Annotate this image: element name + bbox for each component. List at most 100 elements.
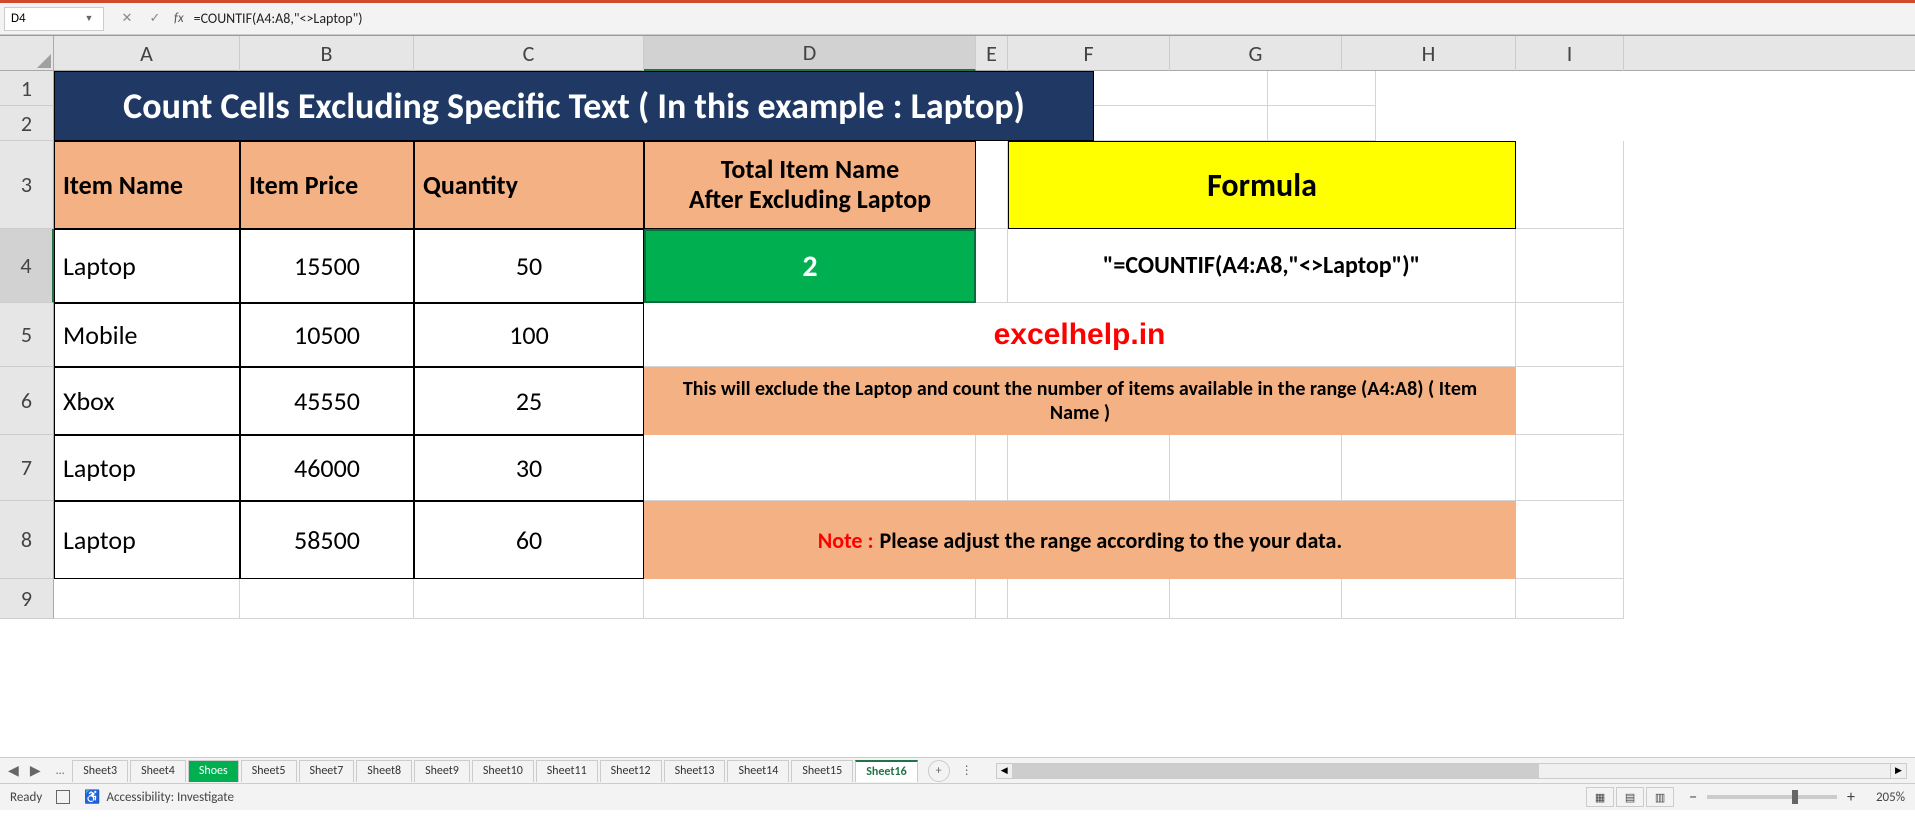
cell-I9[interactable]: [1516, 579, 1624, 619]
cell-D7[interactable]: [644, 435, 976, 501]
cell-I1[interactable]: [1268, 71, 1376, 106]
sheet-tab-shoes[interactable]: Shoes: [188, 760, 239, 782]
cell-D9[interactable]: [644, 579, 976, 619]
cell-B6[interactable]: 45550: [240, 367, 414, 435]
row-header-2[interactable]: 2: [0, 106, 54, 141]
cell-A9[interactable]: [54, 579, 240, 619]
zoom-in-button[interactable]: +: [1847, 788, 1855, 807]
col-header-G[interactable]: G: [1170, 36, 1342, 71]
header-total-item[interactable]: Total Item Name After Excluding Laptop: [644, 141, 976, 229]
cell-C5[interactable]: 100: [414, 303, 644, 367]
cell-formula-display[interactable]: "=COUNTIF(A4:A8,"<>Laptop")": [1008, 229, 1516, 303]
header-item-price[interactable]: Item Price: [240, 141, 414, 229]
sheet-tab-sheet12[interactable]: Sheet12: [600, 760, 662, 782]
cell-H2[interactable]: [1094, 106, 1268, 141]
zoom-slider[interactable]: [1707, 795, 1837, 799]
cell-F9[interactable]: [1008, 579, 1170, 619]
horizontal-scrollbar[interactable]: ◀ ▶: [996, 763, 1907, 779]
cell-A5[interactable]: Mobile: [54, 303, 240, 367]
cell-D4-result[interactable]: 2: [644, 229, 976, 303]
macro-record-icon[interactable]: [56, 790, 70, 804]
col-header-C[interactable]: C: [414, 36, 644, 71]
cell-I3[interactable]: [1516, 141, 1624, 229]
cell-I4[interactable]: [1516, 229, 1624, 303]
sheet-tab-sheet8[interactable]: Sheet8: [356, 760, 412, 782]
col-header-E[interactable]: E: [976, 36, 1008, 71]
cell-E7[interactable]: [976, 435, 1008, 501]
cell-B5[interactable]: 10500: [240, 303, 414, 367]
view-normal-button[interactable]: ▦: [1586, 787, 1614, 807]
cell-C8[interactable]: 60: [414, 501, 644, 579]
sheet-tab-sheet14[interactable]: Sheet14: [727, 760, 789, 782]
row-header-8[interactable]: 8: [0, 501, 54, 579]
cell-E3[interactable]: [976, 141, 1008, 229]
cell-H1[interactable]: [1094, 71, 1268, 106]
cell-E9[interactable]: [976, 579, 1008, 619]
formula-input[interactable]: =COUNTIF(A4:A8,"<>Laptop"): [194, 10, 1911, 27]
row-header-9[interactable]: 9: [0, 579, 54, 619]
cell-E4[interactable]: [976, 229, 1008, 303]
sheet-tab-sheet16[interactable]: Sheet16: [855, 760, 917, 782]
sheet-tab-sheet13[interactable]: Sheet13: [664, 760, 726, 782]
select-all-corner[interactable]: [0, 36, 54, 70]
cell-I8[interactable]: [1516, 501, 1624, 579]
note-description[interactable]: This will exclude the Laptop and count t…: [644, 367, 1516, 435]
cell-F7[interactable]: [1008, 435, 1170, 501]
row-header-1[interactable]: 1: [0, 71, 54, 106]
cell-I2[interactable]: [1268, 106, 1376, 141]
cell-A6[interactable]: Xbox: [54, 367, 240, 435]
header-formula[interactable]: Formula: [1008, 141, 1516, 229]
sheet-tab-sheet4[interactable]: Sheet4: [130, 760, 186, 782]
sheet-tab-sheet3[interactable]: Sheet3: [72, 760, 128, 782]
accessibility-icon[interactable]: ♿: [84, 790, 100, 805]
cell-A4[interactable]: Laptop: [54, 229, 240, 303]
col-header-I[interactable]: I: [1516, 36, 1624, 71]
header-quantity[interactable]: Quantity: [414, 141, 644, 229]
accept-formula-icon[interactable]: ✓: [146, 11, 164, 26]
row-header-3[interactable]: 3: [0, 141, 54, 229]
cell-C4[interactable]: 50: [414, 229, 644, 303]
cell-C7[interactable]: 30: [414, 435, 644, 501]
cell-I6[interactable]: [1516, 367, 1624, 435]
row-header-5[interactable]: 5: [0, 303, 54, 367]
name-box[interactable]: D4 ▼: [4, 7, 104, 31]
zoom-out-button[interactable]: −: [1689, 788, 1697, 807]
cell-H9[interactable]: [1342, 579, 1516, 619]
note-adjust-range[interactable]: Note : Please adjust the range according…: [644, 501, 1516, 579]
cell-A7[interactable]: Laptop: [54, 435, 240, 501]
cell-B7[interactable]: 46000: [240, 435, 414, 501]
cell-C9[interactable]: [414, 579, 644, 619]
cell-G7[interactable]: [1170, 435, 1342, 501]
col-header-H[interactable]: H: [1342, 36, 1516, 71]
row-header-4[interactable]: 4: [0, 229, 54, 303]
sheet-tab-sheet7[interactable]: Sheet7: [299, 760, 355, 782]
tab-more-icon[interactable]: …: [56, 764, 64, 778]
row-header-6[interactable]: 6: [0, 367, 54, 435]
name-box-dropdown-icon[interactable]: ▼: [81, 13, 97, 24]
cell-I7[interactable]: [1516, 435, 1624, 501]
cell-H7[interactable]: [1342, 435, 1516, 501]
cell-G9[interactable]: [1170, 579, 1342, 619]
col-header-F[interactable]: F: [1008, 36, 1170, 71]
view-page-layout-button[interactable]: ▤: [1616, 787, 1644, 807]
cell-B8[interactable]: 58500: [240, 501, 414, 579]
cell-I5[interactable]: [1516, 303, 1624, 367]
col-header-B[interactable]: B: [240, 36, 414, 71]
header-item-name[interactable]: Item Name: [54, 141, 240, 229]
cancel-formula-icon[interactable]: ✕: [118, 11, 136, 26]
zoom-level[interactable]: 205%: [1855, 790, 1905, 805]
col-header-A[interactable]: A: [54, 36, 240, 71]
add-sheet-button[interactable]: +: [928, 760, 950, 782]
cell-C6[interactable]: 25: [414, 367, 644, 435]
sheet-tab-sheet5[interactable]: Sheet5: [241, 760, 297, 782]
cell-B9[interactable]: [240, 579, 414, 619]
cell-A8[interactable]: Laptop: [54, 501, 240, 579]
status-accessibility[interactable]: Accessibility: Investigate: [106, 790, 234, 805]
title-cell[interactable]: Count Cells Excluding Specific Text ( In…: [54, 71, 1094, 141]
fx-icon[interactable]: fx: [174, 11, 184, 26]
row-header-7[interactable]: 7: [0, 435, 54, 501]
sheet-tab-sheet11[interactable]: Sheet11: [536, 760, 598, 782]
sheet-tab-sheet9[interactable]: Sheet9: [414, 760, 470, 782]
tab-nav-arrows[interactable]: ◀ ▶: [8, 762, 48, 779]
view-page-break-button[interactable]: ▥: [1646, 787, 1674, 807]
